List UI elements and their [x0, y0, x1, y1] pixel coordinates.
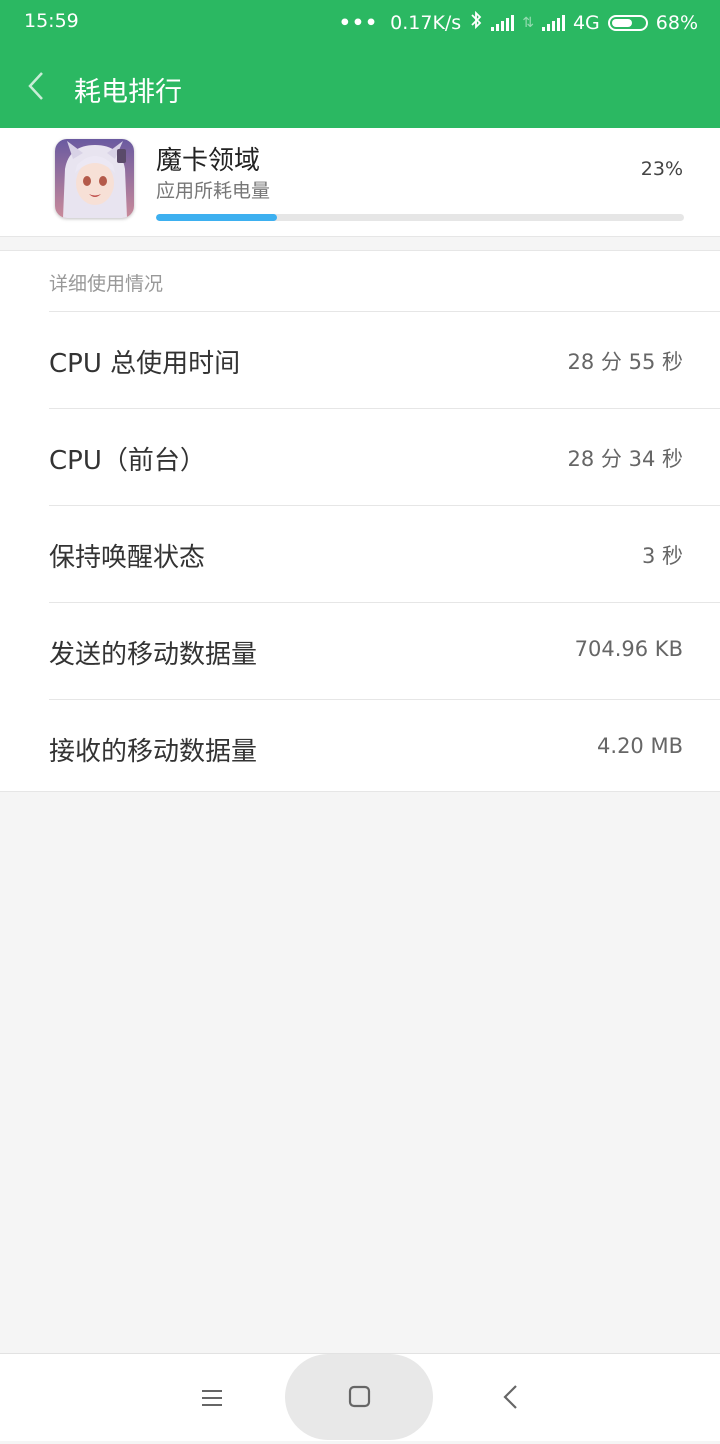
section-title: 详细使用情况 [49, 273, 164, 295]
bluetooth-icon [469, 10, 483, 35]
signal-icon [491, 14, 515, 31]
network-speed: 0.17K/s [390, 11, 462, 34]
battery-percent: 68% [655, 11, 698, 34]
notification-dots: ••• [338, 11, 379, 34]
usage-progress-fill [156, 214, 278, 221]
app-icon [55, 139, 134, 218]
detail-value: 704.96 KB [574, 637, 683, 661]
detail-value: 28 分 55 秒 [567, 350, 683, 374]
chevron-left-icon [28, 72, 43, 100]
home-button[interactable] [285, 1354, 433, 1440]
home-icon [348, 1385, 371, 1408]
app-usage-card: 魔卡领域 应用所耗电量 23% [0, 128, 720, 237]
data-arrows-icon: ⇅ [522, 14, 534, 31]
back-button[interactable] [22, 66, 54, 106]
status-indicators: ••• 0.17K/s ⇅ 4G 68% [339, 10, 698, 35]
detail-row-cpu-total: CPU 总使用时间 28 分 55 秒 [49, 311, 720, 408]
nav-back-button[interactable] [494, 1380, 528, 1414]
title-bar: 耗电排行 [0, 44, 720, 128]
detail-value: 28 分 34 秒 [567, 447, 683, 471]
detail-label: CPU 总使用时间 [49, 349, 241, 379]
detail-row-mobile-sent: 发送的移动数据量 704.96 KB [49, 602, 720, 699]
detail-label: 发送的移动数据量 [49, 640, 258, 670]
detail-value: 4.20 MB [597, 734, 683, 758]
app-name: 魔卡领域 [156, 146, 261, 176]
details-list: CPU 总使用时间 28 分 55 秒 CPU（前台） 28 分 34 秒 保持… [0, 311, 720, 796]
back-icon [503, 1385, 517, 1409]
menu-button[interactable] [196, 1382, 228, 1414]
navigation-bar [0, 1353, 720, 1441]
network-type: 4G [572, 11, 600, 34]
detail-label: 保持唤醒状态 [49, 543, 206, 573]
details-section: 详细使用情况 CPU 总使用时间 28 分 55 秒 CPU（前台） 28 分 … [0, 250, 720, 792]
app-header: 15:59 ••• 0.17K/s ⇅ 4G 68% 耗电排行 [0, 0, 720, 128]
page-title: 耗电排行 [74, 77, 182, 108]
detail-row-wakelock: 保持唤醒状态 3 秒 [49, 505, 720, 602]
status-time: 15:59 [24, 10, 79, 32]
detail-row-cpu-foreground: CPU（前台） 28 分 34 秒 [49, 408, 720, 505]
app-usage-percent: 23% [640, 158, 683, 180]
menu-icon [202, 1390, 222, 1406]
detail-row-mobile-received: 接收的移动数据量 4.20 MB [49, 699, 720, 796]
detail-label: 接收的移动数据量 [49, 737, 258, 767]
detail-value: 3 秒 [641, 544, 683, 568]
battery-fill [611, 18, 633, 27]
usage-progress-bar [156, 214, 684, 221]
signal-icon-2 [541, 14, 565, 31]
status-bar: 15:59 ••• 0.17K/s ⇅ 4G 68% [0, 0, 720, 44]
app-subtitle: 应用所耗电量 [156, 180, 271, 202]
battery-icon [607, 14, 648, 31]
detail-label: CPU（前台） [49, 446, 206, 476]
